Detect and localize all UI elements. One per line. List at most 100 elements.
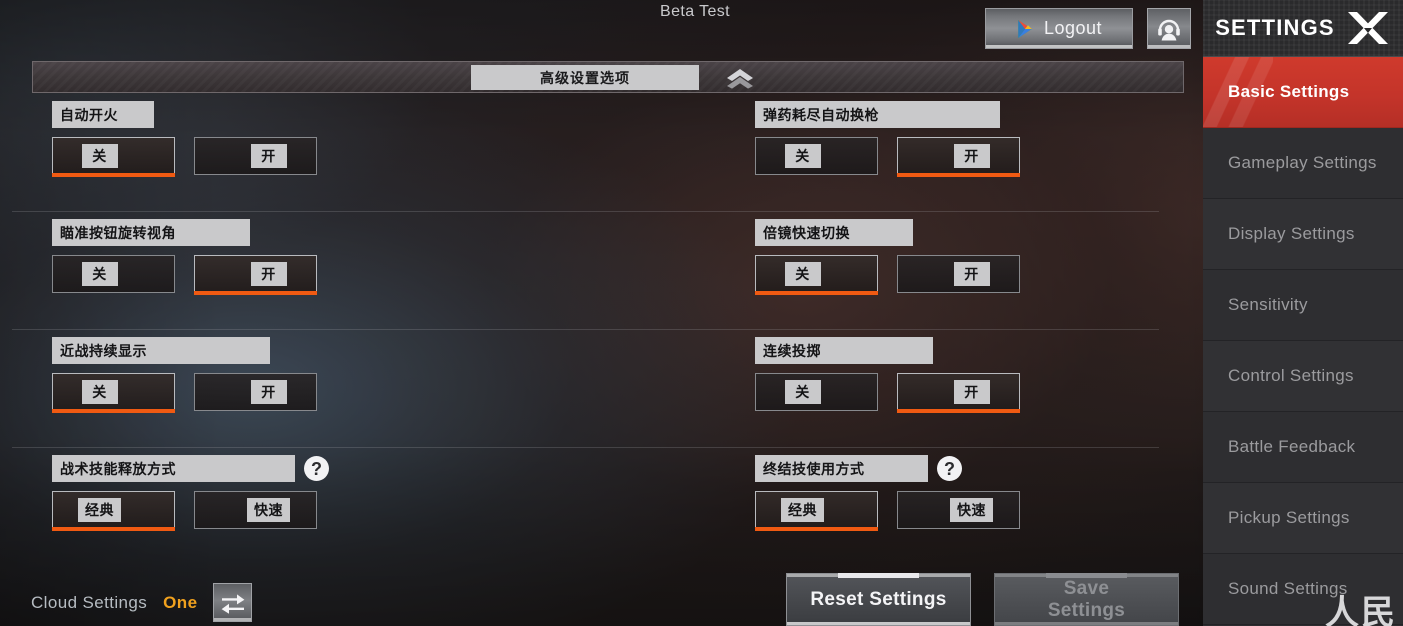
sidebar-item-battle-feedback[interactable]: Battle Feedback <box>1203 412 1403 483</box>
sidebar-item-label: Sensitivity <box>1228 295 1308 315</box>
setting-cell-right: 连续投掷关开 <box>755 337 1020 413</box>
setting-cell-left: 近战持续显示关开 <box>52 337 317 413</box>
settings-sidebar: SETTINGS Basic Settings Gameplay Settings… <box>1203 0 1403 626</box>
reset-settings-label: Reset Settings <box>810 588 947 610</box>
option-button[interactable]: 快速 <box>897 491 1020 529</box>
option-label: 开 <box>953 380 990 404</box>
option-button[interactable]: 关 <box>755 255 878 295</box>
setting-label: 弹药耗尽自动换枪 <box>755 101 1000 128</box>
option-label: 开 <box>250 144 287 168</box>
option-button[interactable]: 开 <box>194 137 317 175</box>
option-button[interactable]: 关 <box>755 137 878 175</box>
sidebar-item-label: Display Settings <box>1228 224 1355 244</box>
setting-label-row: 近战持续显示 <box>52 337 317 364</box>
option-group: 经典 快速 <box>52 491 329 531</box>
headset-support-icon <box>1158 19 1180 40</box>
option-label: 开 <box>953 144 990 168</box>
help-icon[interactable]: ? <box>937 456 962 481</box>
cloud-settings-label: Cloud Settings <box>31 592 148 612</box>
sidebar-item-label: Pickup Settings <box>1228 508 1350 528</box>
option-button[interactable]: 关 <box>755 373 878 411</box>
setting-label: 瞄准按钮旋转视角 <box>52 219 250 246</box>
sidebar-header: SETTINGS <box>1203 0 1403 57</box>
sidebar-item-control-settings[interactable]: Control Settings <box>1203 341 1403 412</box>
setting-label-row: 弹药耗尽自动换枪 <box>755 101 1020 128</box>
option-button[interactable]: 快速 <box>194 491 317 529</box>
setting-label-row: 终结技使用方式? <box>755 455 1020 482</box>
option-group: 关开 <box>52 373 317 413</box>
settings-row: 战术技能释放方式? 经典 快速 终结技使用方式? 经典 快速 <box>0 447 1203 565</box>
option-button[interactable]: 关 <box>52 255 175 293</box>
option-label: 快速 <box>950 498 993 522</box>
settings-row: 瞄准按钮旋转视角关开倍镜快速切换关开 <box>0 211 1203 329</box>
setting-label: 终结技使用方式 <box>755 455 928 482</box>
close-x-icon[interactable] <box>1345 10 1391 46</box>
logout-button[interactable]: Logout <box>985 8 1133 49</box>
google-play-triangle-icon <box>1018 19 1032 38</box>
sidebar-item-display-settings[interactable]: Display Settings <box>1203 199 1403 270</box>
advanced-settings-bar[interactable]: 高级设置选项 <box>32 61 1184 93</box>
setting-label-row: 自动开火 <box>52 101 317 128</box>
option-group: 关开 <box>755 255 1020 295</box>
sidebar-title: SETTINGS <box>1215 15 1335 40</box>
sidebar-item-list: Basic Settings Gameplay Settings Display S… <box>1203 57 1403 625</box>
option-button[interactable]: 开 <box>897 373 1020 413</box>
sidebar-item-basic-settings[interactable]: Basic Settings <box>1203 57 1403 128</box>
save-settings-button[interactable]: Save Settings <box>994 573 1179 626</box>
cloud-settings-value: One <box>163 592 198 612</box>
option-label: 经典 <box>781 498 824 522</box>
option-label: 关 <box>784 144 821 168</box>
option-group: 关开 <box>755 373 1020 413</box>
setting-label: 连续投掷 <box>755 337 933 364</box>
setting-cell-left: 瞄准按钮旋转视角关开 <box>52 219 317 295</box>
sidebar-item-sound-settings[interactable]: Sound Settings <box>1203 554 1403 625</box>
option-label: 开 <box>250 380 287 404</box>
option-button[interactable]: 开 <box>897 255 1020 293</box>
option-label: 开 <box>250 262 287 286</box>
sidebar-item-label: Control Settings <box>1228 366 1354 386</box>
settings-row: 近战持续显示关开连续投掷关开 <box>0 329 1203 447</box>
option-button[interactable]: 开 <box>897 137 1020 177</box>
cloud-sync-button[interactable] <box>213 583 253 622</box>
setting-label-row: 战术技能释放方式? <box>52 455 329 482</box>
option-button[interactable]: 关 <box>52 373 175 413</box>
setting-label: 自动开火 <box>52 101 154 128</box>
collapse-toggle[interactable] <box>725 64 755 91</box>
option-button[interactable]: 开 <box>194 373 317 411</box>
option-button[interactable]: 开 <box>194 255 317 295</box>
top-bar: Beta Test Logout <box>0 0 1203 57</box>
setting-label: 倍镜快速切换 <box>755 219 913 246</box>
support-button[interactable] <box>1147 8 1191 49</box>
advanced-settings-label: 高级设置选项 <box>471 65 699 90</box>
save-settings-label: Save Settings <box>1047 578 1126 621</box>
setting-label-row: 连续投掷 <box>755 337 1020 364</box>
option-label: 开 <box>953 262 990 286</box>
option-group: 关开 <box>52 255 317 295</box>
option-group: 关开 <box>755 137 1020 177</box>
option-button[interactable]: 经典 <box>755 491 878 531</box>
setting-cell-right: 弹药耗尽自动换枪关开 <box>755 101 1020 177</box>
option-label: 快速 <box>247 498 290 522</box>
option-group: 关开 <box>52 137 317 177</box>
option-label: 关 <box>81 144 118 168</box>
sidebar-item-label: Battle Feedback <box>1228 437 1356 457</box>
option-label: 关 <box>784 380 821 404</box>
option-group: 经典 快速 <box>755 491 1020 531</box>
logout-label: Logout <box>1043 18 1103 38</box>
settings-screen: Beta Test Logout 高级设置选项 自动开火 关 开 弹药耗尽自动换… <box>0 0 1403 626</box>
option-button[interactable]: 经典 <box>52 491 175 531</box>
help-icon[interactable]: ? <box>304 456 329 481</box>
option-label: 关 <box>81 262 118 286</box>
sidebar-item-sensitivity[interactable]: Sensitivity <box>1203 270 1403 341</box>
option-label: 经典 <box>78 498 121 522</box>
sidebar-item-pickup-settings[interactable]: Pickup Settings <box>1203 483 1403 554</box>
setting-cell-right: 终结技使用方式? 经典 快速 <box>755 455 1020 531</box>
option-button[interactable]: 关 <box>52 137 175 177</box>
sidebar-item-gameplay-settings[interactable]: Gameplay Settings <box>1203 128 1403 199</box>
setting-label-row: 倍镜快速切换 <box>755 219 1020 246</box>
setting-cell-right: 倍镜快速切换关开 <box>755 219 1020 295</box>
setting-label: 战术技能释放方式 <box>52 455 295 482</box>
settings-grid: 自动开火关开弹药耗尽自动换枪关开瞄准按钮旋转视角关开倍镜快速切换关开近战持续显示… <box>0 93 1203 563</box>
option-label: 关 <box>784 262 821 286</box>
reset-settings-button[interactable]: Reset Settings <box>786 573 971 626</box>
